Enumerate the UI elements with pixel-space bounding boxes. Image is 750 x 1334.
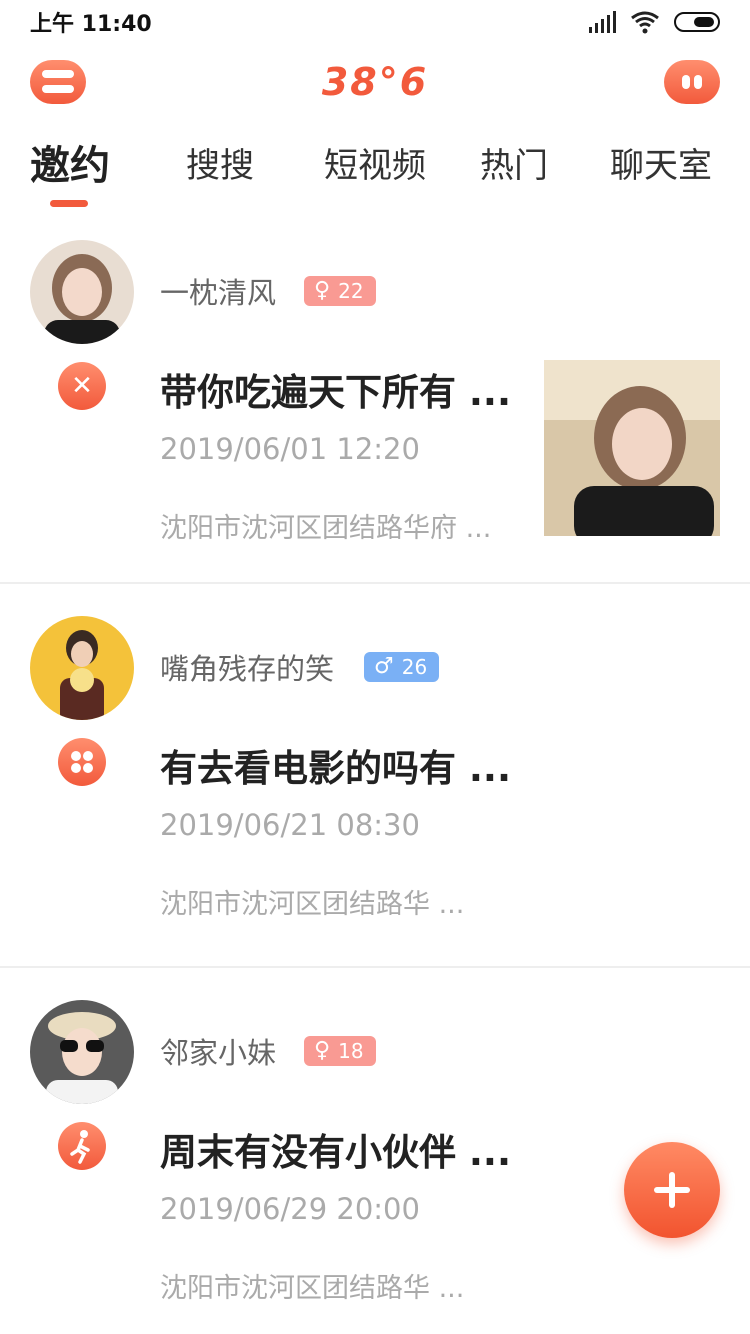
signal-icon xyxy=(589,11,616,33)
username: 邻家小妹 xyxy=(160,1036,277,1070)
post-title[interactable]: 带你吃遍天下所有 ... xyxy=(160,362,511,416)
status-bar: 上午 11:40 xyxy=(0,0,750,44)
post-address: 沈阳市沈河区团结路华府 ... xyxy=(160,513,492,544)
tab-bar: 邀约 搜搜 短视频 热门 聊天室 xyxy=(0,138,750,218)
post-datetime: 2019/06/29 20:00 xyxy=(160,1192,420,1226)
post-address: 沈阳市沈河区团结路华 ... xyxy=(160,1273,465,1304)
gender-age-badge: ♀ 22 xyxy=(304,276,376,306)
divider xyxy=(0,582,750,584)
battery-icon xyxy=(674,12,720,32)
tab-indicator xyxy=(50,200,88,207)
age: 22 xyxy=(338,279,364,303)
dining-icon: ✕ xyxy=(58,362,106,410)
avatar[interactable] xyxy=(30,616,134,720)
tab-search[interactable]: 搜搜 xyxy=(186,138,254,194)
avatar[interactable] xyxy=(30,240,134,344)
post-datetime: 2019/06/01 12:20 xyxy=(160,432,420,466)
tab-hot[interactable]: 热门 xyxy=(480,138,548,194)
female-icon: ♀ xyxy=(314,278,331,303)
divider xyxy=(0,966,750,968)
sport-icon xyxy=(58,1122,106,1170)
tab-chatroom[interactable]: 聊天室 xyxy=(610,138,712,194)
post-address: 沈阳市沈河区团结路华 ... xyxy=(160,889,465,920)
tab-invite[interactable]: 邀约 xyxy=(30,138,110,194)
female-icon: ♀ xyxy=(314,1038,331,1063)
wifi-icon xyxy=(631,11,659,34)
age: 18 xyxy=(338,1039,364,1063)
status-icons xyxy=(589,8,720,36)
post-title[interactable]: 有去看电影的吗有 ... xyxy=(160,738,511,792)
username: 嘴角残存的笑 xyxy=(160,652,335,686)
age: 26 xyxy=(401,655,428,679)
app-header: 38°6 xyxy=(0,60,750,108)
post-datetime: 2019/06/21 08:30 xyxy=(160,808,420,842)
avatar[interactable] xyxy=(30,1000,134,1104)
gender-age-badge: ♂ 26 xyxy=(364,652,440,682)
tab-short-video[interactable]: 短视频 xyxy=(324,138,426,194)
chat-bot-icon[interactable] xyxy=(664,60,720,104)
post-thumbnail[interactable] xyxy=(544,360,720,536)
add-post-button[interactable] xyxy=(624,1142,720,1238)
app-logo: 38°6 xyxy=(321,60,429,104)
male-icon: ♂ xyxy=(374,654,394,679)
entertainment-icon xyxy=(58,738,106,786)
post-title[interactable]: 周末有没有小伙伴 ... xyxy=(160,1122,511,1176)
list-item[interactable]: 嘴角残存的笑 ♂ 26 有去看电影的吗有 ... 2019/06/21 08:3… xyxy=(0,616,750,966)
list-item[interactable]: 一枕清风 ♀ 22 ✕ 带你吃遍天下所有 ... 2019/06/01 12:2… xyxy=(0,240,750,584)
gender-age-badge: ♀ 18 xyxy=(304,1036,376,1066)
username: 一枕清风 xyxy=(160,276,277,310)
status-time: 上午 11:40 xyxy=(30,12,152,37)
